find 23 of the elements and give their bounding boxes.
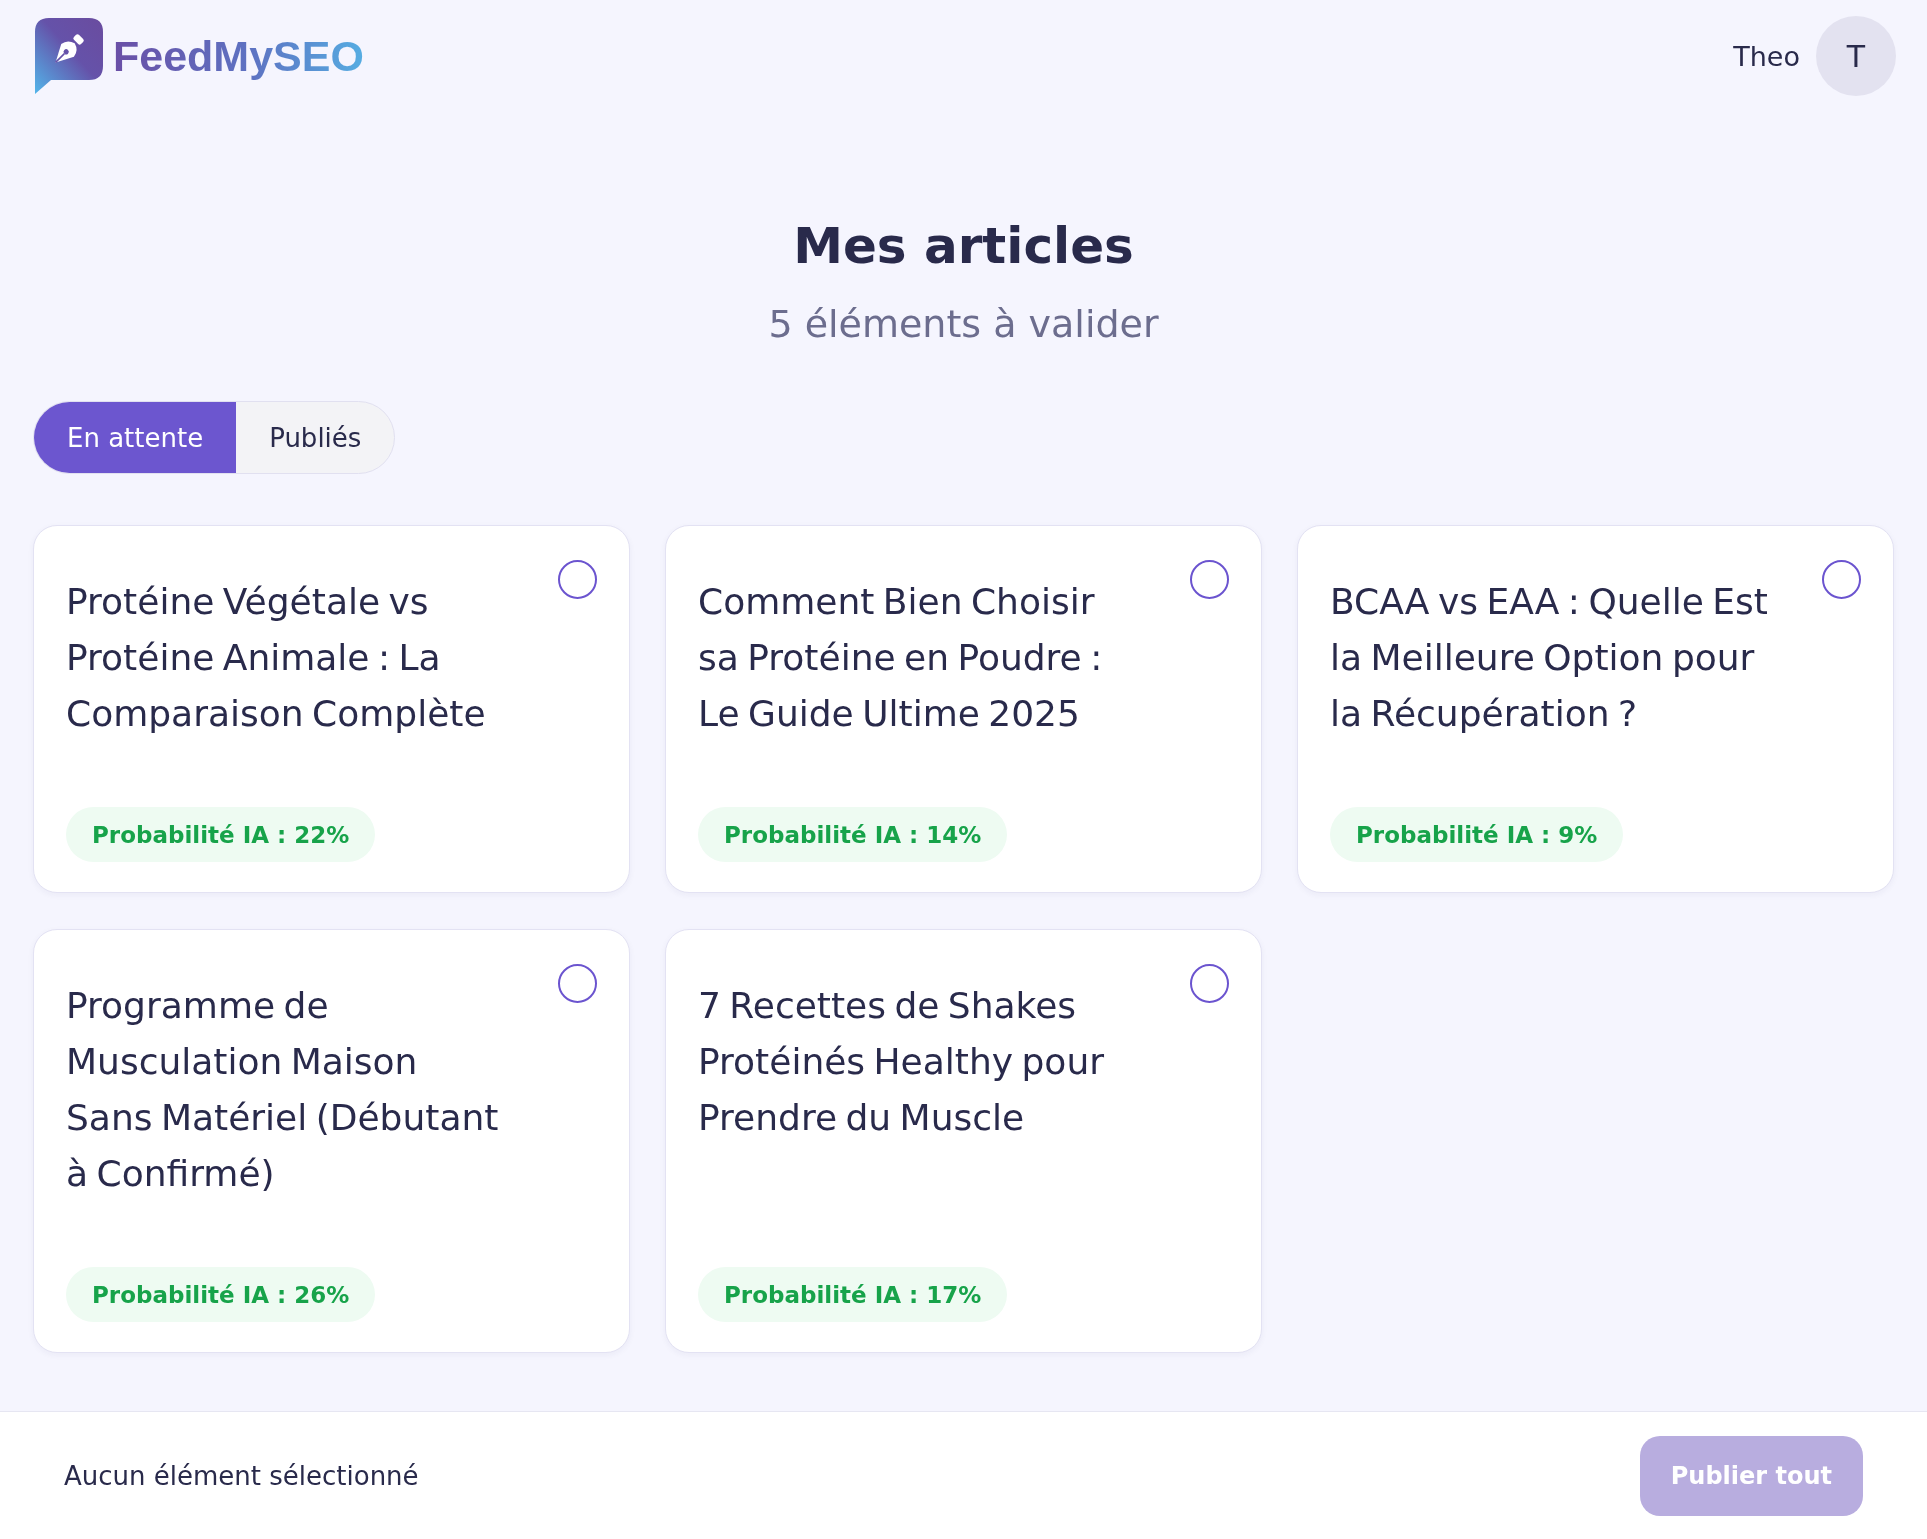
page-title: Mes articles	[792, 216, 1135, 276]
selection-status: Aucun élément sélectionné	[64, 1460, 419, 1491]
tab[interactable]: En attente	[34, 402, 237, 473]
ai-probability-badge: Probabilité IA : 22%	[66, 807, 376, 862]
select-checkbox[interactable]	[1190, 560, 1229, 599]
user-avatar[interactable]: T	[1816, 16, 1896, 96]
article-title: 7 Recettes de Shakes Protéinés Healthy pour Prendre du Muscle	[698, 984, 1105, 1140]
select-checkbox[interactable]	[558, 560, 597, 599]
select-checkbox[interactable]	[1190, 964, 1229, 1003]
ai-probability-badge: Probabilité IA : 26%	[66, 1267, 376, 1322]
speech-bubble-pen-icon	[33, 18, 105, 94]
ai-probability-badge: Probabilité IA : 17%	[698, 1267, 1008, 1322]
ai-probability-badge: Probabilité IA : 14%	[698, 807, 1008, 862]
article-title: BCAA vs EAA : Quelle Est la Meilleure Option pour la Récupération ?	[1330, 580, 1769, 736]
page-subtitle: 5 éléments à valider	[767, 301, 1160, 347]
user-name: Theo	[1733, 40, 1800, 72]
select-checkbox[interactable]	[1822, 560, 1861, 599]
article-title: Protéine Végétale vs Protéine Animale : La Comparaison Complète	[66, 580, 487, 736]
article-title: Programme de Musculation Maison Sans Matériel (Débutant à Confirmé)	[66, 984, 500, 1196]
select-checkbox[interactable]	[558, 964, 597, 1003]
article-title: Comment Bien Choisir sa Protéine en Poudre : Le Guide Ultime 2025	[698, 580, 1104, 736]
ai-probability-badge: Probabilité IA : 9%	[1330, 807, 1624, 862]
tab[interactable]: Publiés	[236, 402, 395, 473]
